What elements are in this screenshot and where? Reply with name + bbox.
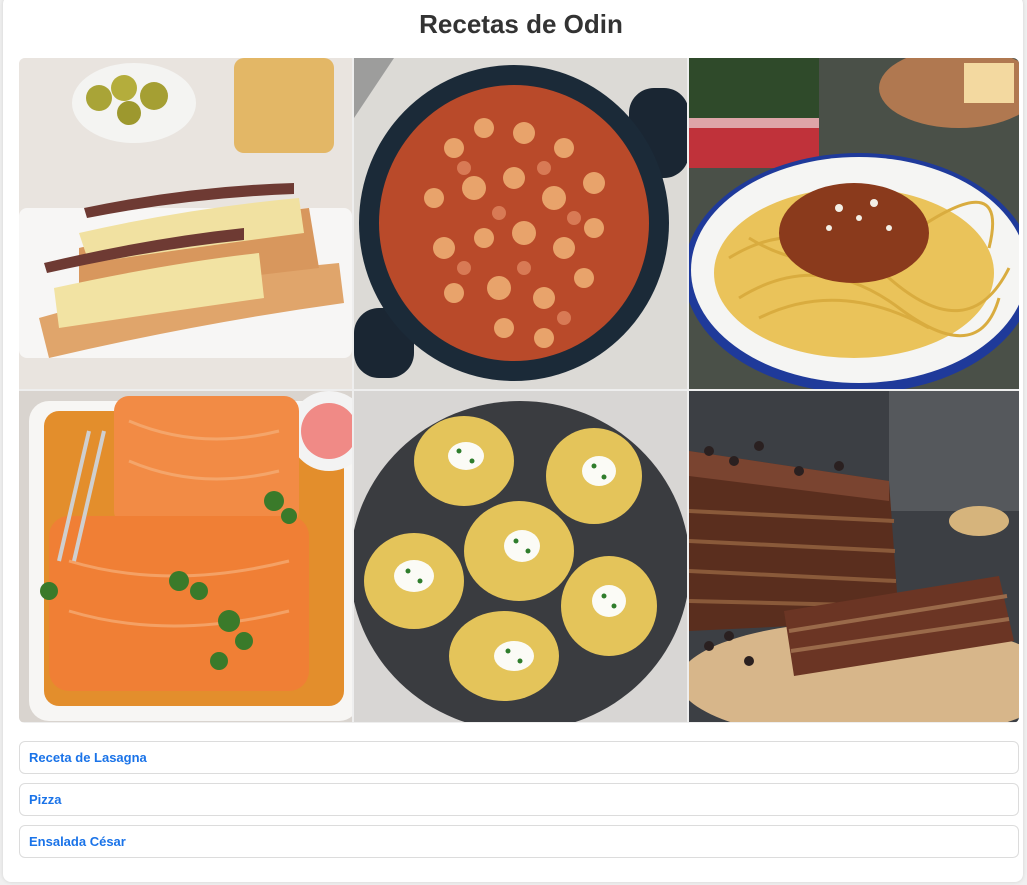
- anchovy-salad-bread-image[interactable]: [19, 58, 352, 389]
- smashed-potatoes-image[interactable]: [354, 391, 687, 722]
- caesar-salad-recipe-link[interactable]: Ensalada César: [29, 834, 126, 849]
- spaghetti-bolognese-image[interactable]: [689, 58, 1019, 389]
- pizza-recipe-link[interactable]: Pizza: [29, 792, 62, 807]
- glazed-salmon-image[interactable]: [19, 391, 352, 722]
- recipe-link-item[interactable]: Receta de Lasagna: [19, 741, 1019, 774]
- octopus-chickpea-stew-image[interactable]: [354, 58, 687, 389]
- lasagna-recipe-link[interactable]: Receta de Lasagna: [29, 750, 147, 765]
- recipe-image-gallery: [19, 58, 1019, 723]
- recipe-link-item[interactable]: Ensalada César: [19, 825, 1019, 858]
- chocolate-biscuit-cake-image[interactable]: [689, 391, 1019, 722]
- recipe-link-list: Receta de Lasagna Pizza Ensalada César: [19, 741, 1019, 867]
- main-card: Recetas de Odin Receta de Lasagna Pizza …: [3, 0, 1023, 882]
- page-title: Recetas de Odin: [419, 9, 623, 39]
- recipe-link-item[interactable]: Pizza: [19, 783, 1019, 816]
